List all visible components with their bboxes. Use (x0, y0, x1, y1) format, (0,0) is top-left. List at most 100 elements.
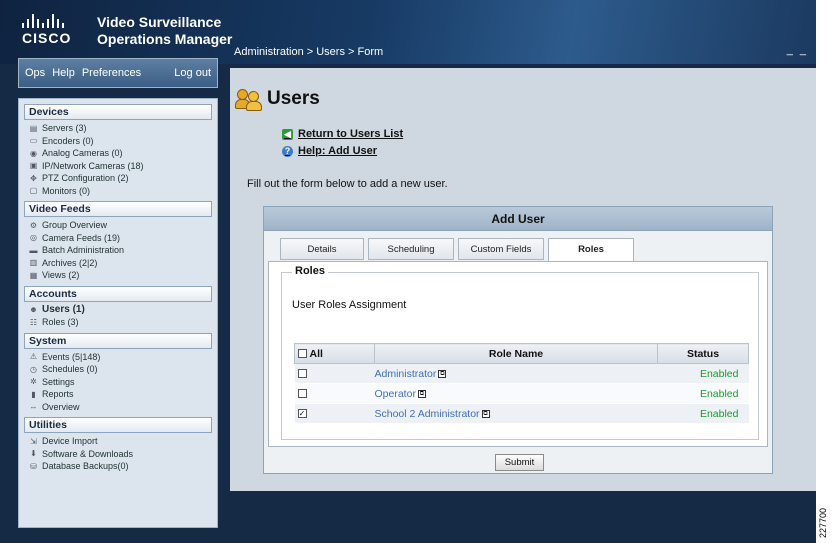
sidebar-item-views-2[interactable]: ▦ Views (2) (24, 269, 212, 282)
sidebar-item-monitors-0[interactable]: ▢ Monitors (0) (24, 185, 212, 198)
role-status: Enabled (657, 383, 749, 404)
database-icon: ⛁ (30, 461, 37, 471)
sidebar-item-label[interactable]: Servers (3) (42, 122, 87, 135)
sidebar-item-label[interactable]: Overview (42, 401, 80, 414)
sidebar-item-settings[interactable]: ✲ Settings (24, 376, 212, 389)
sidebar-item-label[interactable]: Views (2) (42, 269, 79, 282)
users-icon (235, 87, 263, 111)
role-name-link[interactable]: Operator (375, 388, 416, 400)
sidebar-item-label[interactable]: Roles (3) (42, 316, 79, 329)
sidebar-item-label[interactable]: IP/Network Cameras (18) (42, 160, 144, 173)
sidebar-item-device-import[interactable]: ⇲ Device Import (24, 435, 212, 448)
reports-icon: ▮ (31, 389, 36, 399)
sidebar-item-software-downloads[interactable]: ⬇ Software & Downloads (24, 448, 212, 461)
tab-scheduling[interactable]: Scheduling (368, 238, 454, 260)
sidebar-item-analog-cameras-0[interactable]: ◉ Analog Cameras (0) (24, 147, 212, 160)
panel-title: Add User (264, 207, 772, 231)
sidebar-item-label[interactable]: Users (1) (42, 304, 85, 317)
select-all-checkbox[interactable] (298, 349, 307, 359)
product-line2: Operations Manager (97, 31, 233, 47)
role-checkbox[interactable]: ✓ (297, 409, 307, 419)
sidebar-item-group-overview[interactable]: ⚙ Group Overview (24, 219, 212, 232)
sidebar: Devices ▤ Servers (3) ▭ Encoders (0) ◉ Analog … (18, 98, 218, 528)
users-icon: ☻ (29, 305, 38, 315)
sidebar-section-accounts: Accounts ☻ Users (1) ☷ Roles (3) (24, 285, 212, 329)
sidebar-item-label[interactable]: Analog Cameras (0) (42, 147, 123, 160)
status-header[interactable]: Status (657, 343, 749, 364)
sidebar-item-label[interactable]: Schedules (0) (42, 363, 98, 376)
batch-icon: ▬ (29, 245, 38, 255)
sidebar-item-label[interactable]: Monitors (0) (42, 185, 90, 198)
sidebar-section-system: System ⚠ Events (5|148) ◷ Schedules (0) ✲ Sett… (24, 332, 212, 414)
nav-ops[interactable]: Ops (25, 67, 45, 79)
server-icon: ▤ (29, 123, 38, 133)
role-select-cell: ✓ (294, 403, 375, 424)
camera-feeds-icon: ◎ (30, 233, 37, 243)
sidebar-item-label[interactable]: Settings (42, 376, 75, 389)
sidebar-item-roles-3[interactable]: ☷ Roles (3) (24, 316, 212, 329)
sidebar-item-label[interactable]: Reports (42, 388, 74, 401)
sidebar-item-label[interactable]: Software & Downloads (42, 448, 133, 461)
sidebar-item-database-backups-0[interactable]: ⛁ Database Backups(0) (24, 460, 212, 473)
sidebar-item-label[interactable]: PTZ Configuration (2) (42, 172, 129, 185)
sidebar-item-label[interactable]: Device Import (42, 435, 98, 448)
product-name: Video Surveillance Operations Manager (97, 14, 232, 48)
sidebar-item-servers-3[interactable]: ▤ Servers (3) (24, 122, 212, 135)
sidebar-item-reports[interactable]: ▮ Reports (24, 388, 212, 401)
sidebar-item-encoders-0[interactable]: ▭ Encoders (0) (24, 135, 212, 148)
popup-icon[interactable]: ⧉ (417, 389, 426, 398)
logout-link[interactable]: Log out (174, 67, 211, 79)
back-arrow-icon: ◀ (282, 128, 293, 140)
tab-custom-fields[interactable]: Custom Fields (458, 238, 544, 260)
popup-icon[interactable]: ⧉ (481, 409, 490, 418)
role-name-cell: Operator ⧉ (374, 383, 658, 404)
sidebar-item-label[interactable]: Batch Administration (42, 244, 124, 257)
role-name-header[interactable]: Role Name (374, 343, 658, 364)
role-name-link[interactable]: Administrator (375, 368, 437, 380)
sidebar-item-overview[interactable]: ↔ Overview (24, 401, 212, 414)
sidebar-item-batch-administration[interactable]: ▬ Batch Administration (24, 244, 212, 257)
cisco-bars-icon (22, 14, 71, 28)
sidebar-section-devices: Devices ▤ Servers (3) ▭ Encoders (0) ◉ Analog … (24, 104, 212, 197)
return-link-label[interactable]: Return to Users List (298, 128, 403, 140)
sidebar-section-title: Accounts (24, 285, 212, 302)
help-link[interactable]: ? Help: Add User (282, 145, 377, 157)
product-line1: Video Surveillance (97, 14, 222, 30)
add-user-panel: Add User Details Scheduling Custom Field… (263, 206, 773, 474)
help-icon: ? (282, 145, 293, 157)
sidebar-item-label[interactable]: Database Backups(0) (42, 460, 129, 473)
return-link[interactable]: ◀ Return to Users List (282, 128, 403, 140)
role-checkbox[interactable] (297, 369, 307, 379)
nav-help[interactable]: Help (52, 67, 75, 79)
role-status: Enabled (657, 363, 749, 384)
sidebar-item-label[interactable]: Group Overview (42, 219, 107, 232)
nav-preferences[interactable]: Preferences (82, 67, 141, 79)
sidebar-item-label[interactable]: Archives (2|2) (42, 257, 97, 270)
sidebar-item-ptz-configuration-2[interactable]: ✥ PTZ Configuration (2) (24, 172, 212, 185)
table-header-row: All Role Name Status (294, 343, 749, 364)
tab-roles[interactable]: Roles (548, 238, 634, 262)
breadcrumb: Administration > Users > Form (234, 46, 384, 58)
window-controls[interactable]: _ _ (787, 44, 808, 56)
clock-icon: ◷ (30, 364, 37, 374)
sidebar-item-schedules-0[interactable]: ◷ Schedules (0) (24, 363, 212, 376)
tab-details[interactable]: Details (280, 238, 364, 260)
submit-button[interactable]: Submit (495, 454, 544, 471)
sidebar-item-archives-2-2[interactable]: ▥ Archives (2|2) (24, 257, 212, 270)
role-checkbox[interactable] (297, 389, 307, 399)
help-link-label[interactable]: Help: Add User (298, 145, 377, 157)
role-select-cell (294, 363, 375, 384)
select-all-header[interactable]: All (294, 343, 375, 364)
sidebar-item-camera-feeds-19[interactable]: ◎ Camera Feeds (19) (24, 232, 212, 245)
sidebar-item-users-1[interactable]: ☻ Users (1) (24, 304, 212, 317)
sidebar-item-events-5-148[interactable]: ⚠ Events (5|148) (24, 351, 212, 364)
role-name-link[interactable]: School 2 Administrator (375, 408, 480, 420)
sidebar-item-ip-network-cameras-18[interactable]: ▣ IP/Network Cameras (18) (24, 160, 212, 173)
sidebar-item-label[interactable]: Events (5|148) (42, 351, 100, 364)
popup-icon[interactable]: ⧉ (438, 369, 447, 378)
role-select-cell (294, 383, 375, 404)
sidebar-section-title: System (24, 332, 212, 349)
sidebar-item-label[interactable]: Encoders (0) (42, 135, 94, 148)
sidebar-item-label[interactable]: Camera Feeds (19) (42, 232, 120, 245)
monitor-icon: ▢ (29, 186, 38, 196)
